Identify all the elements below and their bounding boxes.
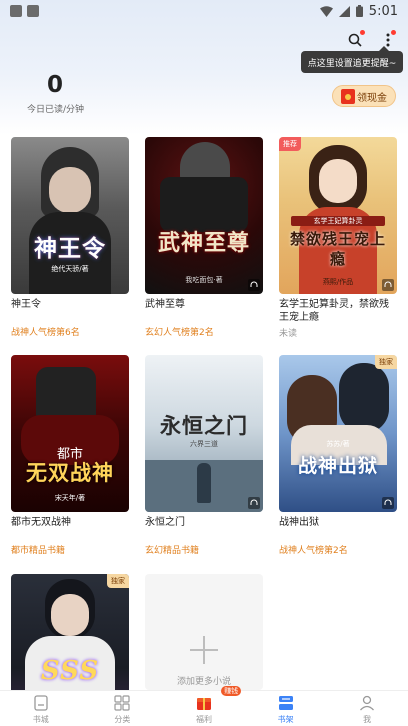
profile-icon xyxy=(360,695,375,711)
read-time-value: 0 xyxy=(46,72,63,98)
cover-author: 燕熙/作品 xyxy=(322,278,354,286)
notification-icons xyxy=(10,5,39,17)
book-title: 武神至尊 xyxy=(145,299,185,310)
book-cover: 永恒之门 六界三道 xyxy=(145,355,263,512)
audio-available-indicator xyxy=(382,279,394,291)
claim-cash-label: 领现金 xyxy=(357,92,387,104)
book-item[interactable]: SSS 独家 xyxy=(11,574,129,690)
cover-author: 六界三道 xyxy=(190,440,218,448)
more-vertical-icon xyxy=(386,33,390,47)
nav-item-category[interactable]: 分类 xyxy=(82,691,164,726)
book-read-status: 未读 xyxy=(279,329,298,339)
audio-available-indicator xyxy=(382,497,394,509)
nav-item-bookshelf[interactable]: 书架 xyxy=(245,691,327,726)
book-rank-tag: 玄幻精品书籍 xyxy=(145,546,200,556)
battery-icon xyxy=(355,5,363,17)
book-rank-tag: 战神人气榜第2名 xyxy=(279,546,348,556)
cover-author: 我吃面包·著 xyxy=(185,276,223,284)
cover-author: 苏苏/著 xyxy=(326,440,350,448)
book-cover: SSS 独家 xyxy=(11,574,129,690)
red-envelope-icon xyxy=(341,89,355,104)
book-title: 永恒之门 xyxy=(145,517,185,528)
cover-armor xyxy=(160,177,248,232)
book-item[interactable]: 玄学王妃算卦灵 禁欲残王宠上瘾 燕熙/作品 推荐 玄学王妃算卦灵，禁欲残王宠上瘾… xyxy=(279,137,397,339)
book-rank-tag: 战神人气榜第6名 xyxy=(11,328,80,338)
book-title: 神王令 xyxy=(11,299,41,310)
add-more-label: 添加更多小说 xyxy=(176,677,231,687)
audio-available-indicator xyxy=(248,497,260,509)
notification-icon xyxy=(27,5,39,17)
book-cover: 都市 无双战神 宋天年/著 xyxy=(11,355,129,512)
bookstore-icon xyxy=(34,695,48,711)
exclusive-badge: 独家 xyxy=(375,355,397,369)
cover-face xyxy=(319,159,357,203)
bookshelf-icon xyxy=(278,696,293,710)
cover-title: 无双战神 xyxy=(26,460,114,485)
status-bar: 5:01 xyxy=(0,0,408,22)
book-item[interactable]: 都市 无双战神 宋天年/著 都市无双战神 都市精品书籍 xyxy=(11,355,129,556)
gift-icon xyxy=(196,698,211,710)
book-cover: 武神至尊 我吃面包·著 xyxy=(145,137,263,294)
headphone-icon xyxy=(250,281,258,287)
headphone-icon xyxy=(384,281,392,287)
category-icon xyxy=(114,695,130,711)
wifi-icon xyxy=(319,5,333,17)
search-red-dot xyxy=(360,30,365,35)
recommend-badge: 推荐 xyxy=(279,137,301,151)
earn-money-badge: 赚钱 xyxy=(221,686,242,696)
cover-title: 永恒之门 xyxy=(160,413,248,438)
book-cover: 神王令 绝代天骄/著 xyxy=(11,137,129,294)
cover-face xyxy=(51,594,89,636)
book-rank-tag: 都市精品书籍 xyxy=(11,546,66,556)
book-item[interactable]: 神王令 绝代天骄/著 神王令 战神人气榜第6名 xyxy=(11,137,129,338)
cover-title: 战神出狱 xyxy=(297,455,378,477)
claim-cash-button[interactable]: 领现金 xyxy=(332,85,396,107)
cover-face xyxy=(49,167,91,213)
book-title: 玄学王妃算卦灵，禁欲残王宠上瘾 xyxy=(279,299,389,323)
book-cover: 战神出狱 苏苏/著 独家 xyxy=(279,355,397,512)
cover-title: 武神至尊 xyxy=(157,230,250,256)
cover-author: 宋天年/著 xyxy=(54,494,86,502)
signal-icon xyxy=(338,5,350,17)
nav-label-bookstore: 书城 xyxy=(32,715,49,724)
headphone-icon xyxy=(250,499,258,505)
nav-item-profile[interactable]: 我 xyxy=(326,691,408,726)
cover-title: 禁欲残王宠上瘾 xyxy=(289,230,386,268)
nav-item-bookstore[interactable]: 书城 xyxy=(0,691,82,726)
nav-item-welfare[interactable]: 赚钱 福利 xyxy=(163,686,245,726)
book-item[interactable]: 武神至尊 我吃面包·著 武神至尊 玄幻人气榜第2名 xyxy=(145,137,263,338)
read-time-label: 今日已读/分钟 xyxy=(27,105,85,115)
book-item[interactable]: 战神出狱 苏苏/著 独家 战神出狱 战神人气榜第2名 xyxy=(279,355,397,556)
plus-icon xyxy=(190,636,218,664)
cover-title: 神王令 xyxy=(34,235,106,262)
add-more-books-button[interactable]: 添加更多小说 xyxy=(145,574,263,690)
bottom-navigation: 书城 分类 赚钱 福利 书架 我 xyxy=(0,686,408,726)
cover-man xyxy=(339,363,389,433)
notification-icon xyxy=(10,5,22,17)
nav-label-welfare: 福利 xyxy=(195,715,212,724)
headphone-icon xyxy=(384,499,392,505)
book-rank-tag: 玄幻人气榜第2名 xyxy=(145,328,214,338)
more-red-dot xyxy=(391,30,396,35)
cover-subtitle: 玄学王妃算卦灵 xyxy=(290,216,386,226)
cover-figure xyxy=(197,463,211,503)
search-icon xyxy=(348,33,362,47)
book-title: 都市无双战神 xyxy=(11,517,71,528)
exclusive-badge: 独家 xyxy=(107,574,129,588)
book-cover: 玄学王妃算卦灵 禁欲残王宠上瘾 燕熙/作品 推荐 xyxy=(279,137,397,294)
nav-label-category: 分类 xyxy=(114,715,131,724)
book-item[interactable]: 永恒之门 六界三道 永恒之门 玄幻精品书籍 xyxy=(145,355,263,556)
clock: 5:01 xyxy=(368,3,398,19)
cover-title: SSS xyxy=(40,656,100,686)
nav-label-profile: 我 xyxy=(363,715,372,724)
cover-author: 绝代天骄/著 xyxy=(51,265,89,273)
nav-label-bookshelf: 书架 xyxy=(277,715,294,724)
update-reminder-tooltip[interactable]: 点这里设置追更提醒~ xyxy=(301,46,403,73)
audio-available-indicator xyxy=(248,279,260,291)
cover-helmet xyxy=(180,142,230,182)
search-button[interactable] xyxy=(345,30,365,50)
book-title: 战神出狱 xyxy=(279,517,319,528)
